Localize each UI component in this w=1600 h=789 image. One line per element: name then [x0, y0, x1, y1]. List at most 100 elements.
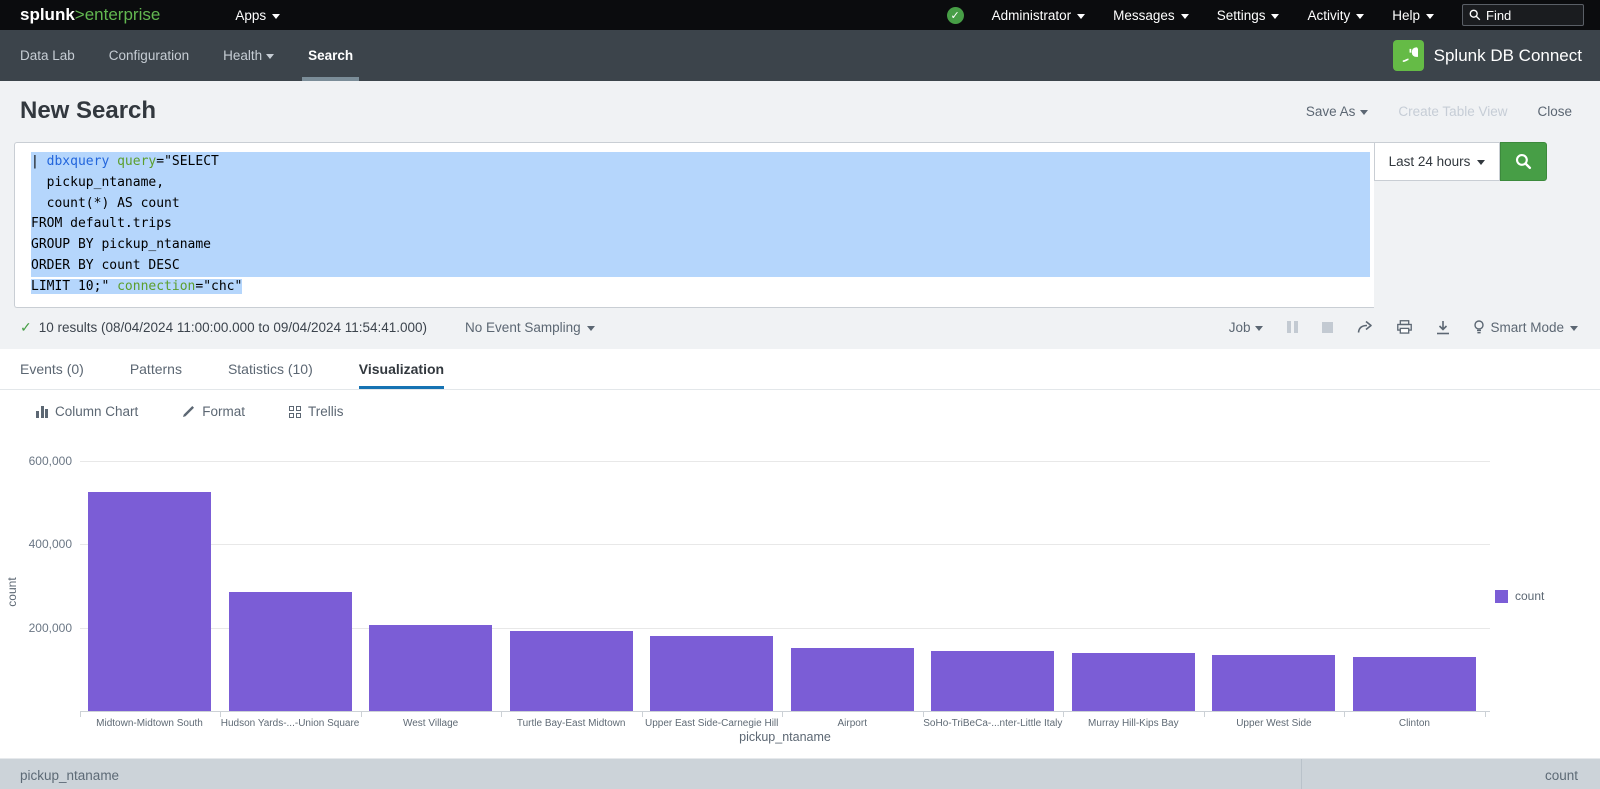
results-section: Events (0) Patterns Statistics (10) Visuali… [0, 349, 1600, 789]
results-check-icon: ✓ [20, 319, 32, 336]
chart-legend[interactable]: count [1495, 589, 1544, 603]
bar-clinton[interactable] [1353, 657, 1476, 711]
export-download-icon[interactable] [1436, 320, 1450, 335]
x-tick-mark [782, 712, 783, 717]
search-mode-label: Smart Mode [1490, 320, 1564, 335]
table-column-count[interactable]: count [1545, 768, 1578, 783]
event-sampling-menu[interactable]: No Event Sampling [465, 320, 595, 335]
bar-upper-east-side-carnegie-hill[interactable] [650, 636, 773, 711]
top-menu-activity[interactable]: Activity [1307, 8, 1364, 23]
x-category-label: Upper West Side [1204, 718, 1344, 729]
find-input[interactable] [1486, 8, 1572, 23]
top-menu-label: Settings [1217, 8, 1266, 23]
nav-item-label: Configuration [109, 48, 189, 63]
chevron-down-icon [1356, 14, 1364, 19]
bar-west-village[interactable] [369, 625, 492, 711]
y-tick-label: 200,000 [8, 621, 72, 635]
x-axis-line [80, 711, 1490, 712]
format-button[interactable]: Format [182, 404, 245, 419]
query-text: count(*) AS count [31, 196, 180, 211]
chart-type-button[interactable]: Column Chart [36, 404, 138, 419]
x-tick-mark [642, 712, 643, 717]
tab-events-0[interactable]: Events (0) [20, 349, 84, 389]
trellis-label: Trellis [308, 404, 344, 419]
print-icon[interactable] [1397, 320, 1412, 334]
apps-menu[interactable]: Apps [235, 8, 280, 23]
bar-airport[interactable] [791, 648, 914, 711]
db-connect-plug-icon [1393, 40, 1424, 71]
chevron-down-icon [1077, 14, 1085, 19]
nav-item-search[interactable]: Search [308, 30, 353, 81]
x-tick-mark [1204, 712, 1205, 717]
top-menu-messages[interactable]: Messages [1113, 8, 1189, 23]
results-count-text: 10 results (08/04/2024 11:00:00.000 to 0… [39, 320, 427, 335]
bar-soho-tribeca-nter-little-italy[interactable] [931, 651, 1054, 711]
share-job-icon[interactable] [1357, 320, 1373, 334]
chevron-down-icon [1426, 14, 1434, 19]
x-tick-mark [501, 712, 502, 717]
format-label: Format [202, 404, 245, 419]
query-text: ="SELECT [156, 154, 219, 169]
top-menu-label: Administrator [992, 8, 1072, 23]
tab-visualization[interactable]: Visualization [359, 349, 444, 389]
header-actions: Save As Create Table View Close [1306, 104, 1572, 119]
bar-murray-hill-kips-bay[interactable] [1072, 653, 1195, 711]
logo-product: >enterprise [75, 5, 161, 24]
tab-statistics-10[interactable]: Statistics (10) [228, 349, 313, 389]
app-identity[interactable]: Splunk DB Connect [1393, 40, 1582, 71]
search-query-input[interactable]: | dbxquery query="SELECT pickup_ntaname,… [14, 142, 1374, 308]
column-divider [1301, 759, 1302, 789]
x-tick-mark [361, 712, 362, 717]
save-as-button[interactable]: Save As [1306, 104, 1369, 119]
y-tick-label: 600,000 [8, 454, 72, 468]
viz-toolbar: Column Chart Format Trellis [36, 404, 344, 419]
chart-type-label: Column Chart [55, 404, 138, 419]
x-category-label: Hudson Yards-...-Union Square [220, 718, 360, 729]
legend-swatch [1495, 590, 1508, 603]
query-line: | dbxquery query="SELECT [31, 152, 1370, 173]
query-text: LIMIT 10;" [31, 279, 117, 294]
top-menu-help[interactable]: Help [1392, 8, 1434, 23]
top-menu-administrator[interactable]: Administrator [992, 8, 1086, 23]
chevron-down-icon [1255, 326, 1263, 331]
bar-turtle-bay-east-midtown[interactable] [510, 631, 633, 711]
tab-patterns[interactable]: Patterns [130, 349, 182, 389]
app-nav-items: Data Lab Configuration Health Search [20, 30, 353, 81]
search-mode-menu[interactable]: Smart Mode [1474, 320, 1578, 335]
x-tick-mark [1063, 712, 1064, 717]
chevron-down-icon [1360, 110, 1368, 115]
nav-item-health[interactable]: Health [223, 30, 274, 81]
app-nav-bar: Data Lab Configuration Health Search Splunk… [0, 30, 1600, 81]
health-status-ok-icon[interactable]: ✓ [947, 7, 964, 24]
chevron-down-icon [1477, 160, 1485, 165]
bar-midtown-midtown-south[interactable] [88, 492, 211, 711]
run-search-button[interactable] [1500, 142, 1547, 181]
query-line: GROUP BY pickup_ntaname [31, 235, 1370, 256]
nav-item-data-lab[interactable]: Data Lab [20, 30, 75, 81]
gridline [80, 461, 1490, 462]
table-column-pickup-ntaname[interactable]: pickup_ntaname [20, 768, 119, 783]
splunk-logo[interactable]: splunk>enterprise [20, 5, 160, 25]
query-text: FROM default.trips [31, 216, 172, 231]
nav-item-configuration[interactable]: Configuration [109, 30, 189, 81]
find-search-box[interactable] [1462, 4, 1584, 26]
bar-upper-west-side[interactable] [1212, 655, 1335, 711]
top-menu-settings[interactable]: Settings [1217, 8, 1280, 23]
query-command: dbxquery [47, 154, 110, 169]
top-menu-label: Messages [1113, 8, 1175, 23]
trellis-button[interactable]: Trellis [289, 404, 344, 419]
job-menu[interactable]: Job [1229, 320, 1264, 335]
x-tick-mark [1485, 712, 1486, 717]
gridline [80, 544, 1490, 545]
close-button[interactable]: Close [1537, 104, 1572, 119]
y-tick-label: 400,000 [8, 537, 72, 551]
top-bar: splunk>enterprise Apps ✓ Administrator Me… [0, 0, 1600, 30]
bar-hudson-yards-union-square[interactable] [229, 592, 352, 711]
chevron-down-icon [1570, 326, 1578, 331]
logo-brand: splunk [20, 5, 75, 24]
query-line: ORDER BY count DESC [31, 256, 1370, 277]
time-range-picker[interactable]: Last 24 hours [1374, 142, 1500, 181]
query-text: ORDER BY count DESC [31, 258, 180, 273]
results-tabs: Events (0) Patterns Statistics (10) Visuali… [0, 349, 1600, 390]
nav-item-label: Search [308, 48, 353, 63]
